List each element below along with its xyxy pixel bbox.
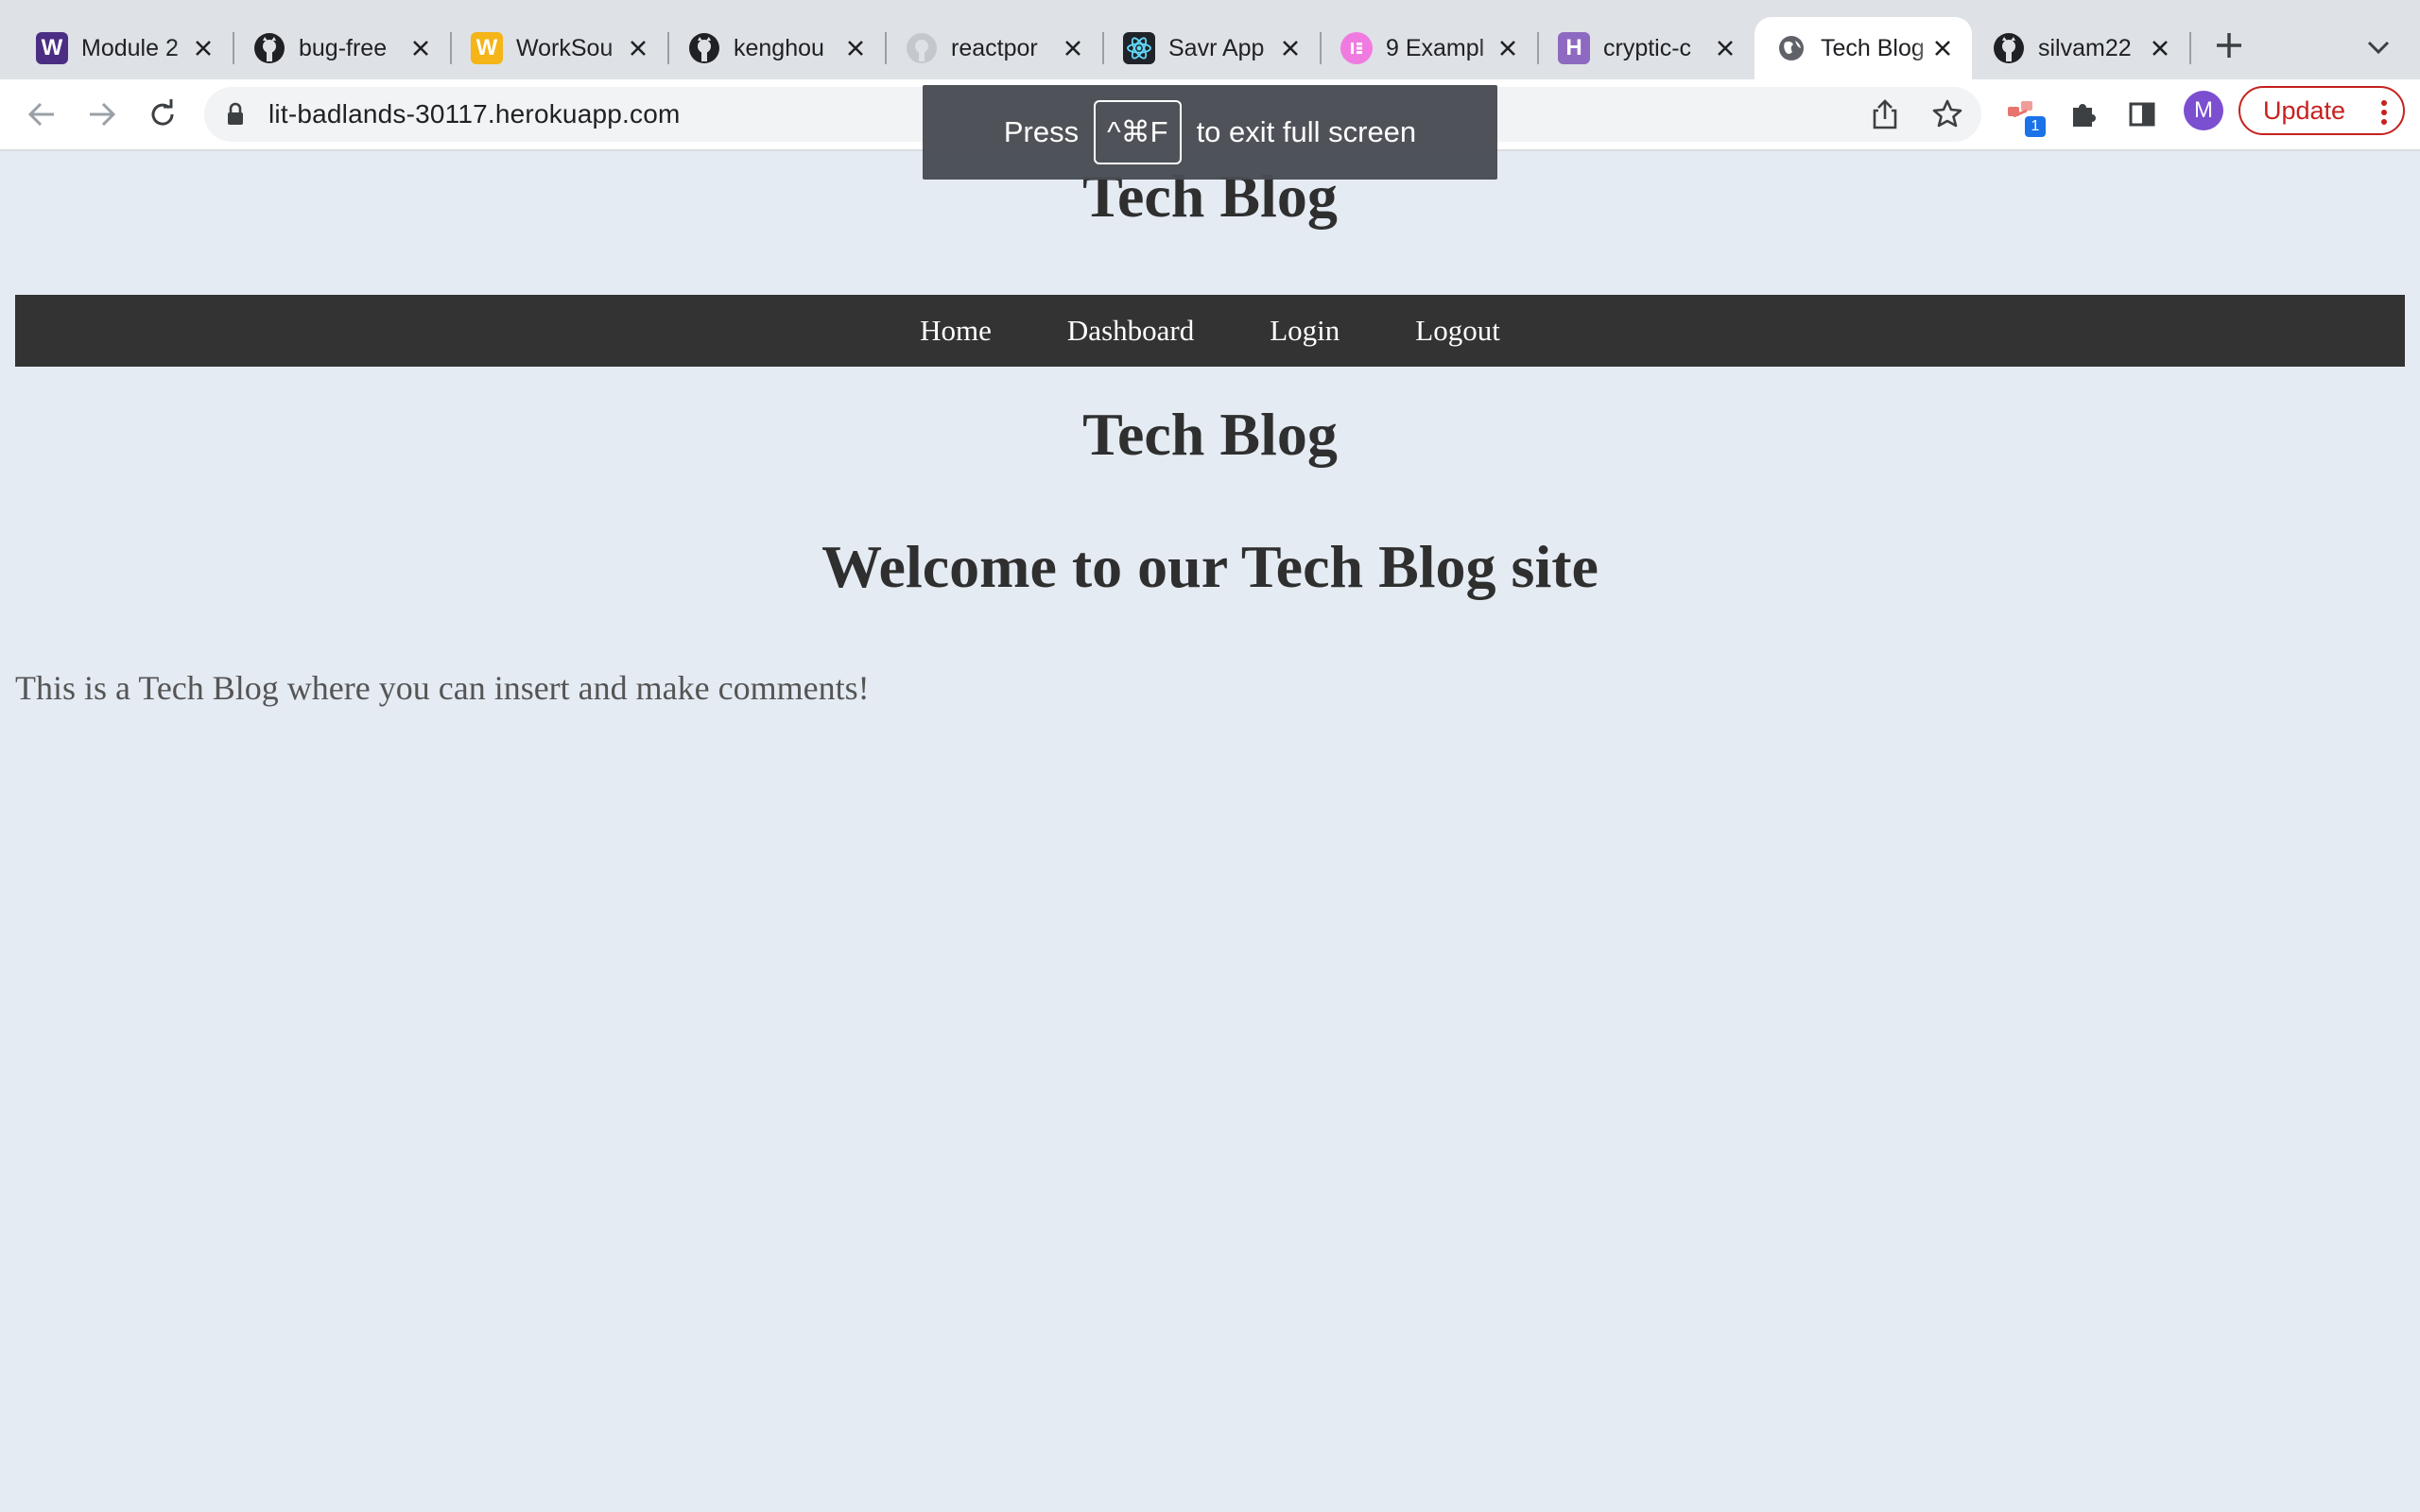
- close-icon[interactable]: [1928, 34, 1957, 62]
- tab-title: bug-free: [299, 34, 388, 61]
- puzzle-extensions-icon[interactable]: [2063, 94, 2104, 135]
- tab-silvam22[interactable]: silvam22: [1972, 17, 2189, 79]
- chevron-down-icon[interactable]: [2363, 32, 2394, 62]
- tab-tech-blog[interactable]: Tech Blog: [1754, 17, 1972, 79]
- tab-cryptic[interactable]: H cryptic-c: [1537, 17, 1754, 79]
- new-tab-plus-icon[interactable]: [2212, 28, 2246, 62]
- lock-icon[interactable]: [225, 102, 246, 131]
- w-logo-icon: W: [36, 32, 68, 64]
- tab-title: WorkSou: [516, 34, 614, 61]
- kebab-menu-icon[interactable]: [2380, 99, 2388, 126]
- nav-login-link[interactable]: Login: [1270, 314, 1340, 348]
- tab-kenghou[interactable]: kenghou: [667, 17, 885, 79]
- w-logo-icon: W: [471, 32, 503, 64]
- share-icon[interactable]: [1864, 94, 1906, 135]
- tab-strip: W Module 2 bug-free W WorkSou kenghou re…: [0, 0, 2420, 79]
- nav-home-link[interactable]: Home: [920, 314, 992, 348]
- bookmark-star-icon[interactable]: [1927, 94, 1968, 135]
- close-icon[interactable]: [624, 34, 652, 62]
- tab-separator: [2189, 32, 2191, 64]
- update-button[interactable]: Update: [2238, 86, 2405, 135]
- side-panel-icon[interactable]: [2121, 94, 2163, 135]
- fullscreen-exit-toast: Press ^⌘F to exit full screen: [923, 85, 1497, 180]
- close-icon[interactable]: [1059, 34, 1087, 62]
- github-icon: [688, 32, 720, 64]
- tab-9-examples[interactable]: 9 Exampl: [1320, 17, 1537, 79]
- tab-title: Module 2: [81, 34, 179, 61]
- close-icon[interactable]: [406, 34, 435, 62]
- update-label: Update: [2263, 95, 2346, 125]
- page-title: Tech Blog: [1082, 401, 1338, 468]
- github-icon: [253, 32, 285, 64]
- elementor-icon: [1340, 32, 1373, 64]
- shortcut-key: ^⌘F: [1094, 100, 1182, 164]
- tab-savr-app[interactable]: Savr App: [1102, 17, 1320, 79]
- toast-suffix: to exit full screen: [1196, 115, 1417, 148]
- welcome-heading: Welcome to our Tech Blog site: [821, 533, 1599, 600]
- github-icon: [1993, 32, 2025, 64]
- profile-avatar[interactable]: M: [2184, 91, 2223, 130]
- tab-title: cryptic-c: [1603, 34, 1692, 61]
- close-icon[interactable]: [1494, 34, 1522, 62]
- main-navbar: Home Dashboard Login Logout: [15, 295, 2405, 367]
- intro-paragraph: This is a Tech Blog where you can insert…: [15, 669, 870, 707]
- tab-title: kenghou: [734, 34, 824, 61]
- tab-title: reactpor: [951, 34, 1038, 61]
- react-icon: [1123, 32, 1155, 64]
- tab-title: 9 Exampl: [1386, 34, 1485, 61]
- nav-logout-link[interactable]: Logout: [1415, 314, 1500, 348]
- extension-app-icon[interactable]: 1: [2002, 94, 2046, 137]
- close-icon[interactable]: [841, 34, 870, 62]
- tab-title: Tech Blog: [1821, 34, 1925, 61]
- globe-icon: [1775, 32, 1807, 64]
- extension-badge: 1: [2025, 116, 2046, 137]
- toast-prefix: Press: [1003, 115, 1080, 148]
- close-icon[interactable]: [2146, 34, 2174, 62]
- tab-worksou[interactable]: W WorkSou: [450, 17, 667, 79]
- close-icon[interactable]: [1276, 34, 1305, 62]
- close-icon[interactable]: [1711, 34, 1739, 62]
- back-arrow-icon[interactable]: [21, 94, 62, 135]
- reload-icon[interactable]: [142, 94, 183, 135]
- github-icon: [906, 32, 938, 64]
- tab-bug-free[interactable]: bug-free: [233, 17, 450, 79]
- heroku-icon: H: [1558, 32, 1590, 64]
- nav-dashboard-link[interactable]: Dashboard: [1067, 314, 1194, 348]
- close-icon[interactable]: [189, 34, 217, 62]
- forward-arrow-icon[interactable]: [81, 94, 123, 135]
- url-text[interactable]: lit-badlands-30117.herokuapp.com: [268, 87, 681, 142]
- tab-title: silvam22: [2038, 34, 2132, 61]
- tab-title: Savr App: [1168, 34, 1265, 61]
- tab-reactpor[interactable]: reactpor: [885, 17, 1102, 79]
- tab-module[interactable]: W Module 2: [15, 17, 233, 79]
